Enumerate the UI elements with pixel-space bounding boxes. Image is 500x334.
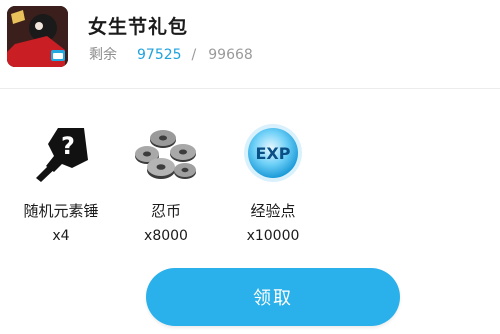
package-title: 女生节礼包 (88, 16, 189, 38)
reward-item-coins: 忍币 x8000 (111, 120, 221, 244)
remain-count: 97525 (137, 47, 182, 63)
remain-total: 99668 (208, 47, 253, 63)
ninja-coins-icon (133, 120, 199, 186)
claim-button[interactable]: 领取 (146, 268, 400, 326)
reward-item-hammer: ? 随机元素锤 x4 (6, 120, 116, 244)
reward-name: 经验点 (250, 202, 296, 220)
svg-text:?: ? (61, 132, 75, 160)
hammer-question-icon: ? (28, 120, 94, 186)
game-app-icon (7, 6, 68, 67)
package-header: 女生节礼包 剩余 97525 / 99668 (0, 0, 500, 88)
remain-label: 剩余 (89, 47, 117, 63)
divider (0, 88, 500, 89)
remaining-stock: 剩余 97525 / 99668 (89, 44, 253, 64)
reward-quantity: x10000 (246, 228, 300, 244)
svg-text:EXP: EXP (256, 144, 291, 163)
remain-separator: / (191, 47, 197, 63)
reward-name: 随机元素锤 (23, 202, 99, 220)
reward-name: 忍币 (150, 202, 181, 220)
exp-orb-icon: EXP (240, 120, 306, 186)
reward-quantity: x8000 (144, 228, 188, 244)
reward-item-exp: EXP 经验点 x10000 (218, 120, 328, 244)
reward-quantity: x4 (52, 228, 70, 244)
